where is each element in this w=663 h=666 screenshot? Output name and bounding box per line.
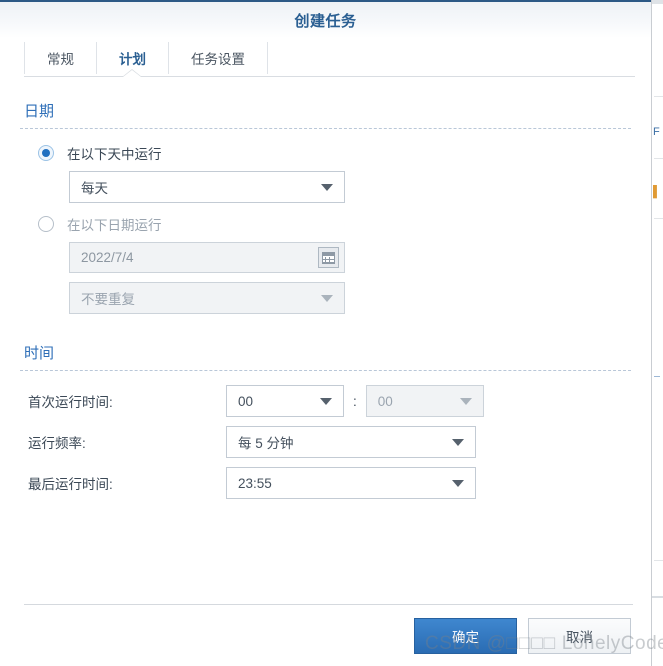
tab-task-settings[interactable]: 任务设置 bbox=[168, 42, 268, 74]
chevron-down-icon bbox=[452, 480, 464, 487]
date-input[interactable]: 2022/7/4 bbox=[69, 242, 345, 273]
date-section-title: 日期 bbox=[24, 103, 55, 120]
date-input-value: 2022/7/4 bbox=[81, 250, 134, 265]
page-title: 创建任务 bbox=[294, 13, 357, 30]
tab-general[interactable]: 常规 bbox=[24, 42, 96, 74]
radio-row-run-on-days[interactable]: 在以下天中运行 bbox=[20, 143, 631, 163]
tab-bar: 常规 计划 任务设置 bbox=[0, 38, 651, 86]
chevron-down-icon bbox=[320, 398, 332, 405]
radio-label-run-on-days: 在以下天中运行 bbox=[67, 147, 162, 162]
radio-row-run-on-date[interactable]: 在以下日期运行 bbox=[20, 214, 631, 234]
first-run-hour-select[interactable]: 00 bbox=[226, 385, 344, 417]
row-last-run-time: 最后运行时间: 23:55 bbox=[20, 467, 631, 499]
run-frequency-value: 每 5 分钟 bbox=[238, 436, 294, 451]
bg-glyph-text: F bbox=[653, 126, 660, 138]
bg-divider bbox=[654, 96, 663, 97]
last-run-time-value: 23:55 bbox=[238, 475, 272, 491]
bg-divider bbox=[654, 218, 663, 219]
first-run-minute-value: 00 bbox=[377, 393, 393, 409]
dialog-body: 日期 在以下天中运行 每天 在以下日期运行 2022/7/4 不要重复 时间 首… bbox=[0, 100, 651, 499]
date-section-divider bbox=[20, 128, 631, 129]
row-run-frequency: 运行频率: 每 5 分钟 bbox=[20, 426, 631, 458]
background-window-sliver: F ▌ bbox=[651, 0, 663, 666]
days-field-group: 每天 bbox=[69, 171, 631, 203]
time-separator: : bbox=[353, 393, 357, 409]
frequency-day-select[interactable]: 每天 bbox=[69, 171, 345, 203]
radio-run-on-date[interactable] bbox=[38, 216, 54, 232]
bg-strip-top bbox=[652, 0, 663, 4]
bg-divider bbox=[654, 158, 663, 159]
label-last-run-time: 最后运行时间: bbox=[28, 477, 113, 492]
label-run-frequency: 运行频率: bbox=[28, 436, 86, 451]
tab-underline bbox=[24, 76, 635, 77]
date-field-group: 2022/7/4 不要重复 bbox=[69, 242, 631, 314]
chevron-down-icon bbox=[321, 184, 333, 191]
first-run-minute-select[interactable]: 00 bbox=[365, 385, 484, 417]
first-run-hour-value: 00 bbox=[238, 393, 254, 409]
chevron-down-icon bbox=[321, 295, 333, 302]
tab-list: 常规 计划 任务设置 bbox=[24, 42, 268, 74]
dialog-footer: 确定 取消 bbox=[0, 618, 651, 654]
bg-divider bbox=[654, 560, 663, 561]
repeat-select[interactable]: 不要重复 bbox=[69, 282, 345, 314]
cancel-button[interactable]: 取消 bbox=[528, 618, 631, 654]
calendar-icon[interactable] bbox=[318, 247, 339, 268]
chevron-down-icon bbox=[459, 398, 472, 405]
bg-divider bbox=[654, 376, 660, 377]
radio-run-on-days[interactable] bbox=[38, 145, 54, 161]
create-task-dialog: 创建任务 常规 计划 任务设置 日期 在以下天中运行 每天 在以下日期运行 20… bbox=[0, 0, 651, 666]
bg-glyph-icon: ▌ bbox=[653, 186, 661, 198]
footer-divider bbox=[24, 604, 633, 605]
confirm-button[interactable]: 确定 bbox=[414, 618, 517, 654]
dialog-titlebar: 创建任务 bbox=[0, 2, 651, 38]
row-first-run-time: 首次运行时间: 00 : 00 bbox=[20, 385, 631, 417]
repeat-select-value: 不要重复 bbox=[81, 292, 135, 307]
last-run-time-select[interactable]: 23:55 bbox=[226, 467, 476, 499]
active-tab-pointer bbox=[123, 70, 141, 77]
bg-strip-bottom bbox=[652, 596, 663, 598]
frequency-day-value: 每天 bbox=[81, 181, 108, 196]
time-section-divider bbox=[20, 370, 631, 371]
run-frequency-select[interactable]: 每 5 分钟 bbox=[226, 426, 476, 458]
radio-label-run-on-date: 在以下日期运行 bbox=[67, 218, 162, 233]
label-first-run-time: 首次运行时间: bbox=[28, 395, 113, 410]
chevron-down-icon bbox=[452, 439, 464, 446]
calendar-glyph bbox=[322, 251, 335, 264]
time-section-title: 时间 bbox=[24, 345, 55, 362]
